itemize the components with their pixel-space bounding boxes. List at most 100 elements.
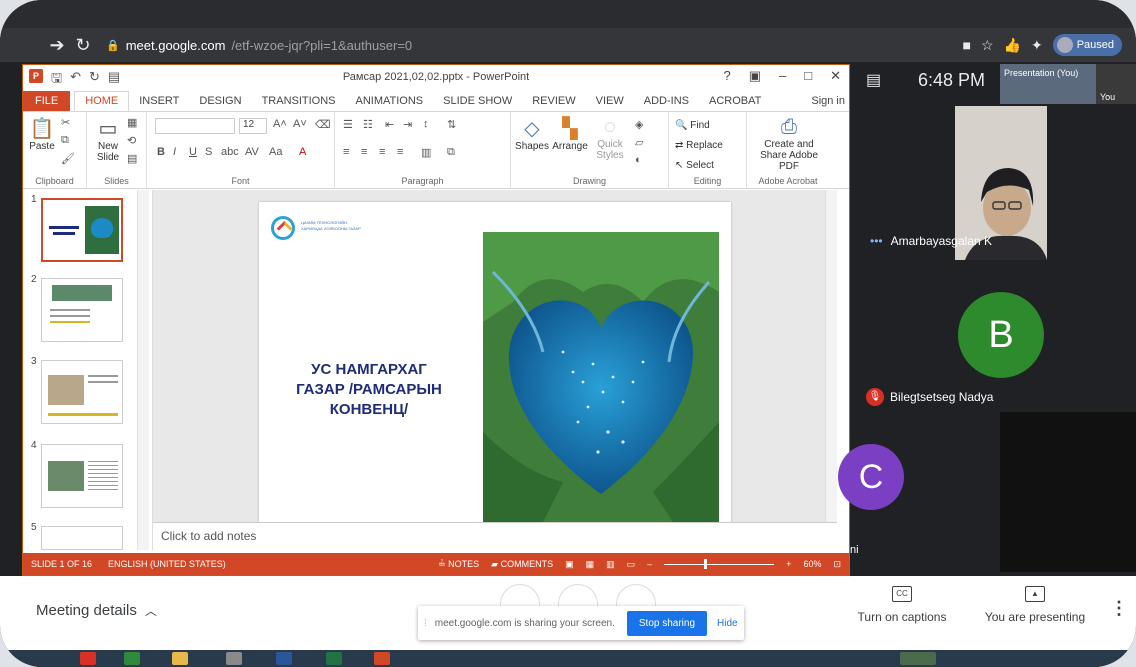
reload-icon[interactable]: ↻	[70, 35, 96, 56]
numbering-icon[interactable]: ☷	[363, 118, 373, 131]
camera-icon[interactable]: ■	[962, 37, 970, 53]
hide-banner-button[interactable]: Hide	[717, 618, 738, 629]
language-status[interactable]: ENGLISH (UNITED STATES)	[108, 559, 226, 569]
tab-home[interactable]: HOME	[74, 91, 130, 111]
shadow-icon[interactable]: S	[205, 146, 212, 158]
tab-review[interactable]: REVIEW	[522, 95, 585, 111]
normal-view-icon[interactable]: ▣	[565, 559, 574, 570]
thumbnail-scrollbar[interactable]	[137, 190, 149, 550]
align-center-icon[interactable]: ≡	[361, 146, 367, 158]
slide-thumbnail-1[interactable]	[41, 198, 123, 262]
current-slide[interactable]: ЦАХИМ ТЕХНОЛОГИЙН, ХАРИЛЦАА ХОЛБООНЫ ГАЗ…	[259, 202, 731, 522]
slide-thumbnail-2[interactable]	[41, 278, 123, 342]
slide-scrollbar[interactable]	[825, 190, 837, 522]
font-size-field[interactable]: 12	[239, 118, 267, 134]
create-share-pdf-button[interactable]: ⎙ Create and Share Adobe PDF	[751, 116, 827, 172]
replace-button[interactable]: ⇄ Replace	[675, 136, 723, 156]
participant-avatar-c[interactable]: C	[838, 444, 904, 510]
slide-sorter-icon[interactable]: ▦	[586, 559, 595, 570]
help-icon[interactable]: ?	[723, 68, 730, 84]
decrease-indent-icon[interactable]: ⇤	[385, 118, 394, 131]
font-name-field[interactable]	[155, 118, 235, 134]
zoom-out-icon[interactable]: –	[647, 559, 652, 569]
bold-icon[interactable]: B	[157, 146, 165, 158]
copy-icon[interactable]: ⧉	[61, 134, 69, 147]
close-icon[interactable]: ✕	[830, 68, 841, 84]
font-color-icon[interactable]: A	[299, 146, 306, 158]
tab-animations[interactable]: ANIMATIONS	[346, 95, 434, 111]
layout-icon[interactable]: ▦	[127, 116, 137, 129]
italic-icon[interactable]: I	[173, 146, 176, 158]
paste-button[interactable]: 📋 Paste	[27, 116, 57, 152]
presentation-tile[interactable]: Presentation (You)	[1000, 64, 1096, 104]
excel-taskbar-icon[interactable]	[326, 652, 342, 665]
underline-icon[interactable]: U	[189, 146, 197, 158]
fit-slide-icon[interactable]: ⊡	[833, 559, 841, 570]
chat-icon[interactable]: ▤	[866, 70, 881, 90]
strikethrough-icon[interactable]: abc	[221, 146, 239, 158]
align-right-icon[interactable]: ≡	[379, 146, 385, 158]
section-icon[interactable]: ▤	[127, 152, 137, 165]
clear-format-icon[interactable]: ⌫	[315, 118, 331, 131]
slide-thumbnail-4[interactable]	[41, 444, 123, 508]
shape-effects-icon[interactable]: ◐	[635, 154, 642, 166]
format-painter-icon[interactable]: 🖌	[61, 152, 75, 165]
tab-file[interactable]: FILE	[23, 91, 71, 111]
forward-arrow-icon[interactable]: ➔	[44, 35, 70, 56]
columns-icon[interactable]: ▥	[421, 146, 431, 159]
tab-design[interactable]: DESIGN	[189, 95, 251, 111]
thumb-icon[interactable]: 👍	[1004, 37, 1021, 54]
zoom-level[interactable]: 60%	[803, 559, 821, 569]
zoom-in-icon[interactable]: +	[786, 559, 791, 569]
powerpoint-taskbar-icon[interactable]	[374, 652, 390, 665]
align-left-icon[interactable]: ≡	[343, 146, 349, 158]
maximize-icon[interactable]: □	[804, 68, 812, 84]
extensions-icon[interactable]: ✦	[1031, 37, 1043, 54]
participant-avatar-b[interactable]: B	[958, 292, 1044, 378]
change-case-icon[interactable]: Aa	[269, 146, 282, 158]
select-button[interactable]: ↖ Select	[675, 156, 723, 176]
char-spacing-icon[interactable]: AV	[245, 146, 259, 158]
shape-outline-icon[interactable]: ▱	[635, 136, 643, 149]
tab-view[interactable]: VIEW	[586, 95, 634, 111]
reset-icon[interactable]: ⟲	[127, 134, 136, 147]
arrange-button[interactable]: ▚ Arrange	[551, 116, 589, 152]
new-slide-button[interactable]: ▭ New Slide	[93, 116, 123, 163]
text-direction-icon[interactable]: ⇅	[447, 118, 456, 131]
app-taskbar-icon[interactable]	[124, 652, 140, 665]
profile-button[interactable]: Paused	[1052, 34, 1122, 56]
notes-button[interactable]: ≟ NOTES	[438, 559, 479, 570]
slide-thumbnail-3[interactable]	[41, 360, 123, 424]
cut-icon[interactable]: ✂	[61, 116, 70, 129]
presenting-button[interactable]: ▲ You are presenting	[980, 586, 1090, 624]
comments-button[interactable]: ▰ COMMENTS	[491, 559, 553, 570]
tray-taskbar-icon[interactable]	[900, 652, 936, 665]
zoom-slider[interactable]	[664, 558, 775, 569]
justify-icon[interactable]: ≡	[397, 146, 403, 158]
tab-transitions[interactable]: TRANSITIONS	[252, 95, 346, 111]
sign-in-link[interactable]: Sign in	[811, 95, 849, 111]
star-icon[interactable]: ☆	[981, 37, 994, 54]
tab-acrobat[interactable]: ACROBAT	[699, 95, 771, 111]
bullets-icon[interactable]: ☰	[343, 118, 353, 131]
tab-insert[interactable]: INSERT	[129, 95, 189, 111]
shape-fill-icon[interactable]: ◈	[635, 118, 643, 131]
find-button[interactable]: 🔍 Find	[675, 116, 723, 136]
tab-add-ins[interactable]: ADD-INS	[634, 95, 699, 111]
reading-view-icon[interactable]: ▥	[606, 559, 615, 570]
minimize-icon[interactable]: –	[779, 68, 786, 84]
shapes-button[interactable]: ◇ Shapes	[515, 116, 549, 152]
tab-slide-show[interactable]: SLIDE SHOW	[433, 95, 522, 111]
slide-thumbnail-5[interactable]	[41, 526, 123, 550]
ribbon-display-icon[interactable]: ▣	[749, 68, 761, 84]
chrome-taskbar-icon[interactable]	[80, 652, 96, 665]
smartart-icon[interactable]: ⧉	[447, 146, 455, 159]
captions-button[interactable]: CC Turn on captions	[852, 586, 952, 624]
app-taskbar-icon[interactable]	[226, 652, 242, 665]
url-field[interactable]: 🔒 meet.google.com/etf-wzoe-jqr?pli=1&aut…	[106, 38, 412, 53]
line-spacing-icon[interactable]: ↕	[423, 118, 429, 130]
notes-pane[interactable]: Click to add notes	[153, 522, 837, 550]
grow-font-icon[interactable]: A˄	[273, 118, 287, 130]
increase-indent-icon[interactable]: ⇥	[403, 118, 412, 131]
drag-handle-icon[interactable]: ⁞	[424, 618, 427, 629]
